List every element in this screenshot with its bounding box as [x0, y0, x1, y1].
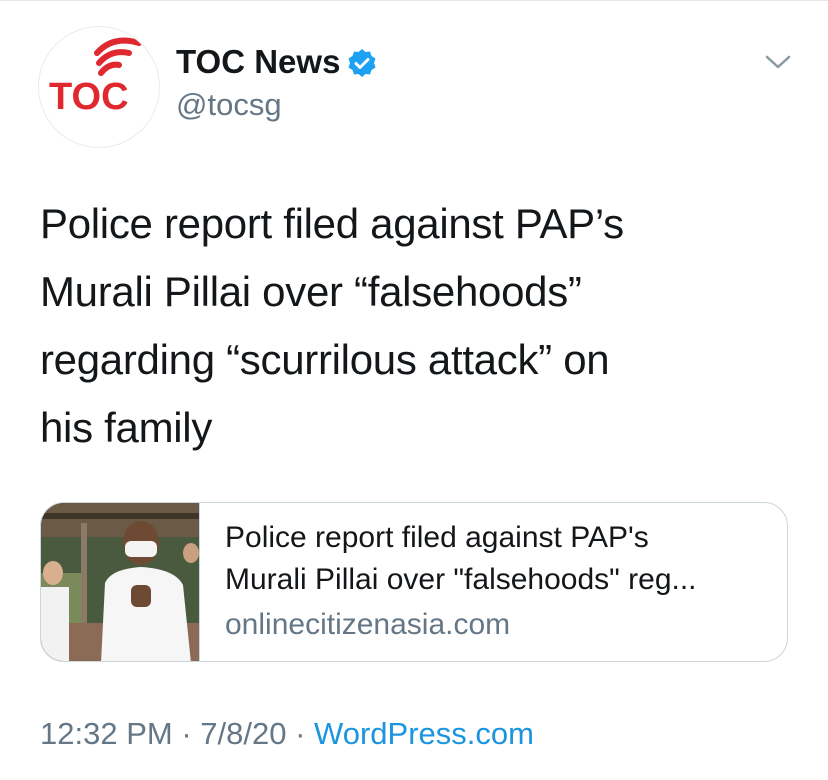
card-title-line: Murali Pillai over "falsehoods" reg...	[225, 563, 697, 596]
tweet-time: 12:32 PM	[40, 716, 173, 751]
meta-separator: ·	[172, 716, 201, 751]
avatar-text: TOC	[49, 76, 129, 118]
card-title-line: Police report filed against PAP's	[225, 521, 649, 554]
chevron-down-icon[interactable]	[764, 52, 792, 72]
tweet-meta: 12:32 PM · 7/8/20 · WordPress.com	[40, 714, 534, 754]
top-divider	[0, 0, 828, 1]
avatar[interactable]: TOC	[38, 26, 160, 148]
card-domain: onlinecitizenasia.com	[225, 608, 511, 641]
verified-badge-icon	[348, 49, 376, 77]
author-handle[interactable]: @tocsg	[176, 86, 282, 124]
card-title: Police report filed against PAP's Murali…	[225, 517, 773, 601]
tweet-text-line: regarding “scurrilous attack” on	[40, 336, 610, 383]
tweet-text: Police report filed against PAP’s Murali…	[40, 190, 780, 462]
card-thumbnail	[41, 503, 200, 661]
tweet-source-link[interactable]: WordPress.com	[314, 716, 534, 751]
author-name[interactable]: TOC News	[176, 42, 340, 82]
tweet-text-line: Police report filed against PAP’s	[40, 200, 624, 247]
toc-logo-icon: TOC	[49, 37, 142, 118]
tweet-text-line: Murali Pillai over “falsehoods”	[40, 268, 582, 315]
tweet-date[interactable]: 7/8/20	[200, 716, 286, 751]
tweet-text-line: his family	[40, 404, 213, 451]
meta-separator: ·	[286, 716, 315, 751]
link-preview-card[interactable]: Police report filed against PAP's Murali…	[40, 502, 788, 662]
